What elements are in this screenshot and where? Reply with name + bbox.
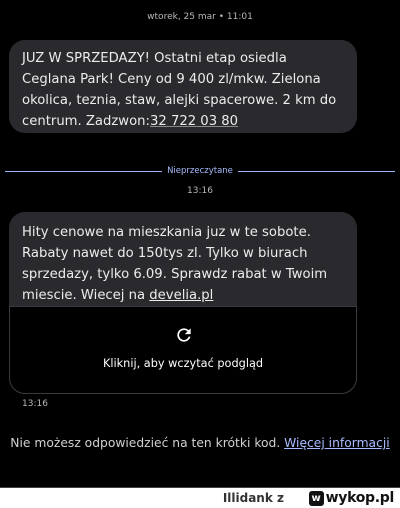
- divider-line-right: [238, 171, 395, 172]
- wykop-logo: w wykop.pl: [308, 490, 395, 506]
- wykop-logo-icon: w: [308, 490, 324, 506]
- reply-disabled-notice: Nie możesz odpowiedzieć na ten krótki ko…: [0, 436, 400, 450]
- link-preview-card[interactable]: Kliknij, aby wczytać podgląd: [9, 306, 357, 394]
- wykop-logo-text: wykop.pl: [325, 490, 395, 506]
- website-link[interactable]: develia.pl: [149, 288, 213, 303]
- message-bubble-1[interactable]: JUZ W SPRZEDAZY! Ostatni etap osiedla Ce…: [9, 40, 357, 133]
- preview-load-label: Kliknij, aby wczytać podgląd: [102, 357, 264, 370]
- unread-divider: Nieprzeczytane: [0, 166, 400, 178]
- timestamp: 13:16: [187, 186, 213, 196]
- phone-number-link[interactable]: 32 722 03 80: [150, 114, 238, 129]
- refresh-icon: [177, 328, 191, 342]
- watermark-footer: Illidank z w wykop.pl: [0, 488, 400, 508]
- footer-suffix: z: [277, 491, 284, 505]
- message-timestamp: 13:16: [22, 399, 48, 409]
- date-separator: wtorek, 25 mar • 11:01: [147, 12, 253, 22]
- more-info-link[interactable]: Więcej informacji: [284, 436, 390, 450]
- footer-user: Illidank z: [223, 491, 284, 505]
- notice-text: Nie możesz odpowiedzieć na ten krótki ko…: [10, 436, 285, 450]
- username: Illidank: [222, 491, 273, 505]
- message-bubble-2[interactable]: Hity cenowe na mieszkania juz w te sobot…: [9, 212, 357, 394]
